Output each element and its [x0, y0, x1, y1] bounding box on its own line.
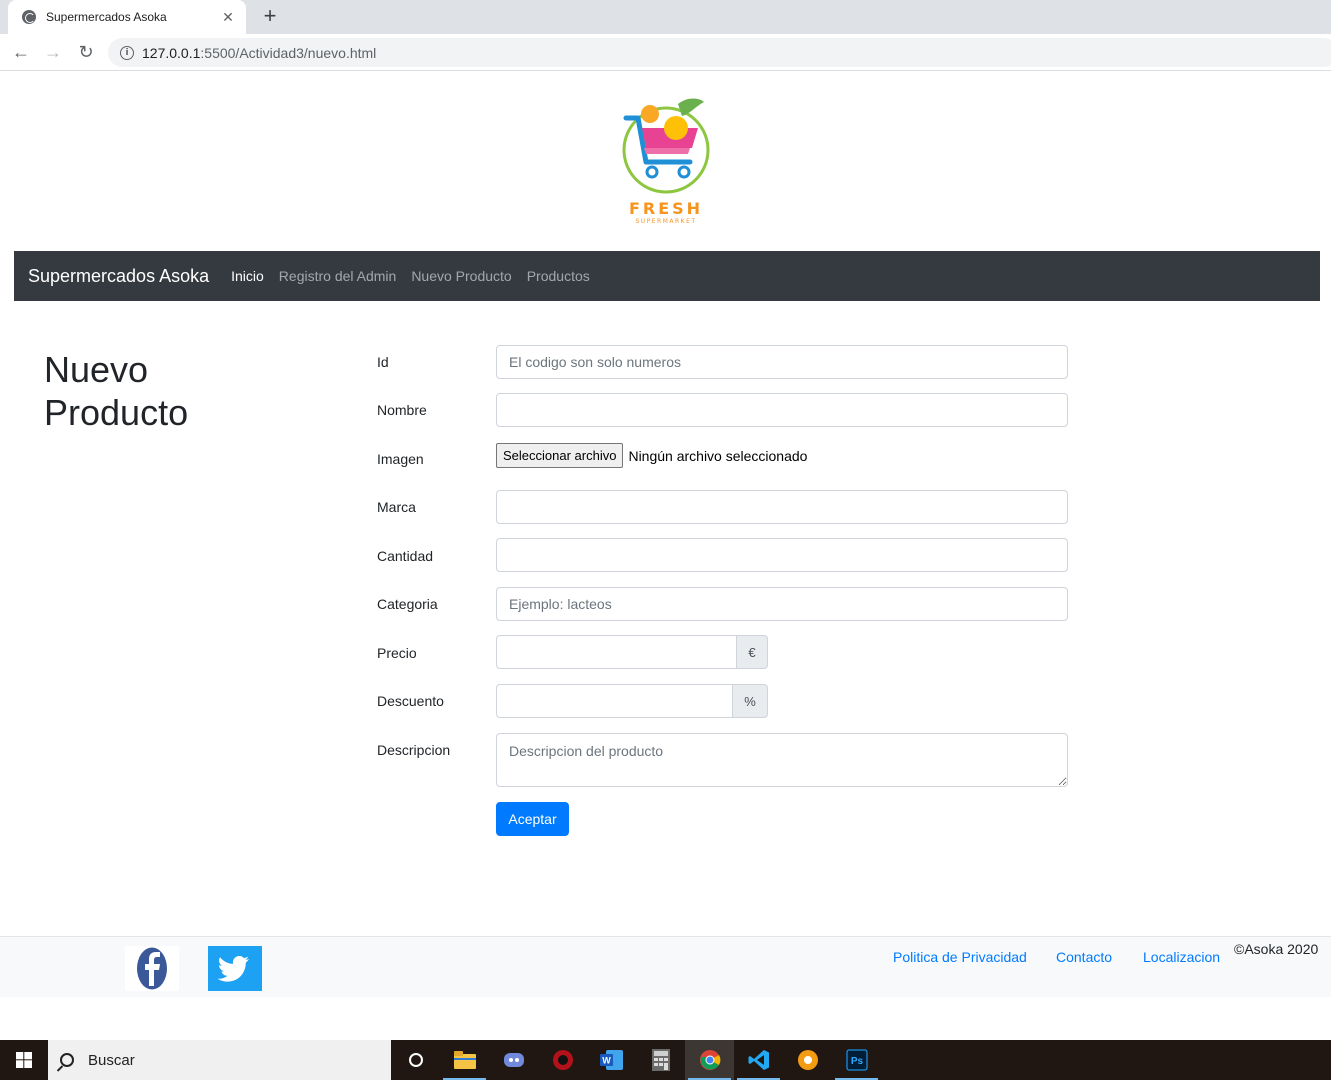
imagen-label: Imagen — [377, 451, 424, 467]
descuento-input-group: % — [496, 684, 768, 718]
globe-icon — [22, 10, 36, 24]
calculator-icon[interactable] — [636, 1040, 685, 1080]
facebook-icon[interactable] — [125, 946, 179, 991]
microsoft-word-icon[interactable]: W — [587, 1040, 636, 1080]
page-footer: Politica de Privacidad Contacto Localiza… — [0, 936, 1331, 997]
choose-file-button[interactable]: Seleccionar archivo — [496, 443, 624, 468]
file-status-text: Ningún archivo seleccionado — [628, 447, 808, 464]
footer-link-contacto[interactable]: Contacto — [1056, 949, 1112, 965]
tab-title: Supermercados Asoka — [46, 10, 167, 24]
descuento-input[interactable] — [496, 684, 733, 718]
windows-start-icon[interactable] — [0, 1040, 48, 1080]
id-input[interactable] — [496, 345, 1068, 379]
url-path: :5500/Actividad3/nuevo.html — [200, 44, 377, 61]
copyright-text: ©Asoka 2020 — [1234, 941, 1319, 957]
address-bar[interactable]: i 127.0.0.1:5500/Actividad3/nuevo.html — [108, 38, 1331, 67]
close-tab-icon[interactable]: ✕ — [220, 9, 236, 26]
euro-addon: € — [737, 635, 768, 669]
categoria-input[interactable] — [496, 587, 1068, 621]
nav-link-registro-admin[interactable]: Registro del Admin — [279, 268, 397, 284]
logo-subtext: SUPERMARKET — [635, 218, 696, 225]
nav-link-productos[interactable]: Productos — [527, 268, 590, 284]
precio-input[interactable] — [496, 635, 737, 669]
taskbar-search-label: Buscar — [88, 1051, 135, 1069]
url-host: 127.0.0.1 — [142, 44, 201, 61]
categoria-label: Categoria — [377, 596, 438, 612]
windows-taskbar: Buscar W Ps — [0, 1040, 1331, 1080]
taskbar-search-box[interactable]: Buscar — [48, 1040, 391, 1080]
marca-label: Marca — [377, 499, 416, 515]
discord-icon[interactable] — [489, 1040, 538, 1080]
vscode-icon[interactable] — [734, 1040, 783, 1080]
shopping-cart-logo-icon: FRESH SUPERMARKET — [622, 98, 710, 225]
browser-tabstrip: Supermercados Asoka ✕ + — [0, 0, 1331, 34]
page-title-line1: Nuevo — [44, 349, 149, 390]
descripcion-textarea[interactable] — [496, 733, 1068, 787]
svg-text:W: W — [602, 1056, 611, 1066]
twitter-icon[interactable] — [208, 946, 262, 991]
browser-toolbar: ← → ↻ i 127.0.0.1:5500/Actividad3/nuevo.… — [0, 34, 1331, 71]
footer-link-localizacion[interactable]: Localizacion — [1143, 949, 1220, 965]
precio-label: Precio — [377, 645, 417, 661]
app-red-icon[interactable] — [538, 1040, 587, 1080]
nav-link-inicio[interactable]: Inicio — [231, 268, 264, 284]
info-icon[interactable]: i — [120, 45, 134, 60]
url-text: 127.0.0.1:5500/Actividad3/nuevo.html — [142, 45, 376, 61]
nombre-label: Nombre — [377, 402, 427, 418]
svg-text:Ps: Ps — [850, 1056, 863, 1067]
photoshop-icon[interactable]: Ps — [832, 1040, 881, 1080]
main-navbar: Supermercados Asoka Inicio Registro del … — [14, 251, 1320, 301]
fresh-supermarket-logo: FRESH SUPERMARKET — [616, 92, 716, 226]
cantidad-label: Cantidad — [377, 548, 434, 564]
precio-input-group: € — [496, 635, 768, 669]
reload-icon[interactable]: ↻ — [74, 40, 98, 64]
nombre-input[interactable] — [496, 393, 1068, 427]
descuento-label: Descuento — [377, 693, 444, 709]
logo-text: FRESH — [629, 199, 703, 218]
navbar-brand[interactable]: Supermercados Asoka — [28, 266, 209, 287]
page-title-line2: Producto — [44, 392, 189, 433]
task-view-icon[interactable] — [391, 1040, 440, 1080]
app-orange-icon[interactable] — [783, 1040, 832, 1080]
footer-link-privacidad[interactable]: Politica de Privacidad — [893, 949, 1027, 965]
cantidad-input[interactable] — [496, 538, 1068, 572]
page-title: Nuevo Producto — [44, 348, 294, 434]
search-icon — [60, 1053, 74, 1067]
browser-tab[interactable]: Supermercados Asoka ✕ — [8, 0, 246, 34]
new-tab-button[interactable]: + — [258, 4, 282, 28]
file-explorer-icon[interactable] — [440, 1040, 489, 1080]
percent-addon: % — [733, 684, 768, 718]
marca-input[interactable] — [496, 490, 1068, 524]
forward-arrow-icon[interactable]: → — [41, 40, 65, 64]
google-chrome-icon[interactable] — [685, 1040, 734, 1080]
back-arrow-icon[interactable]: ← — [9, 40, 33, 64]
nav-link-nuevo-producto[interactable]: Nuevo Producto — [411, 268, 511, 284]
imagen-file-input: Seleccionar archivo Ningún archivo selec… — [496, 443, 807, 468]
descripcion-label: Descripcion — [377, 742, 451, 758]
aceptar-button[interactable]: Aceptar — [496, 802, 569, 836]
id-label: Id — [377, 354, 389, 370]
